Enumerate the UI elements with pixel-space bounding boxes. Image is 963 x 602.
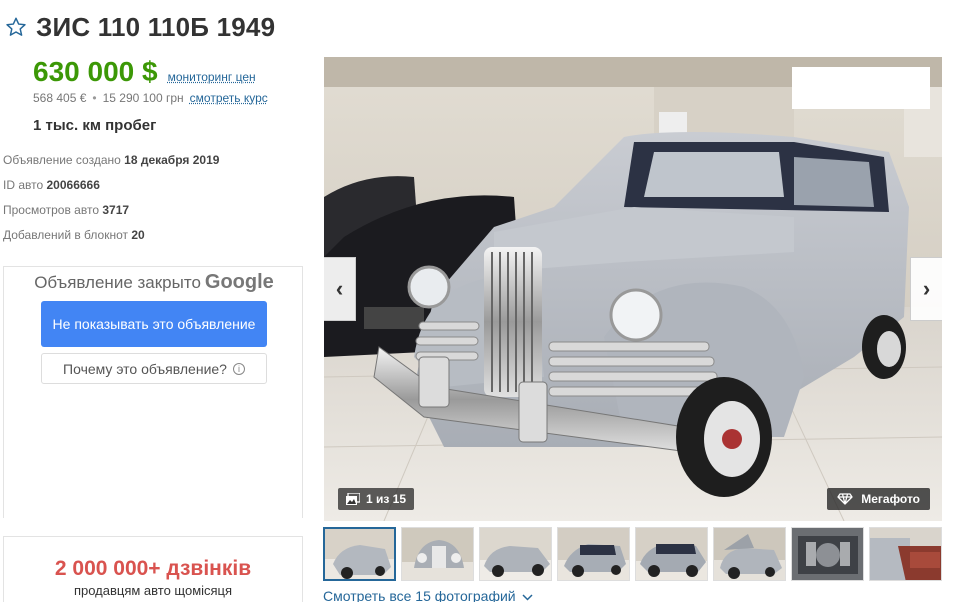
photo-counter-text: 1 из 15 — [366, 492, 407, 506]
meta-notepad-label: Добавлений в блокнот — [3, 228, 128, 242]
thumbnail[interactable] — [791, 527, 864, 581]
title-row: ЗИС 110 110Б 1949 — [4, 10, 275, 44]
hide-ad-button[interactable]: Не показывать это объявление — [41, 301, 267, 347]
meta-views-label: Просмотров авто — [3, 203, 100, 217]
gallery-next-button[interactable]: › — [910, 257, 942, 321]
megafoto-label: Мегафото — [861, 492, 920, 506]
thumbnail[interactable] — [557, 527, 630, 581]
thumbnail-strip — [323, 527, 942, 581]
watermark-cover — [792, 67, 930, 109]
exchange-rate-link[interactable]: смотреть курс — [190, 91, 268, 105]
meta-notepad: Добавлений в блокнот 20 — [3, 227, 219, 252]
separator-dot: • — [92, 91, 97, 105]
mileage: 1 тыс. км пробег — [33, 117, 157, 134]
ad-closed-text: Объявление закрыто — [34, 273, 201, 292]
price-row: 630 000 $ мониторинг цен — [33, 56, 256, 88]
meta-created-label: Объявление создано — [3, 153, 121, 167]
why-this-ad-label: Почему это объявление? — [63, 360, 227, 377]
meta-views-value: 3717 — [102, 203, 130, 217]
meta-id-value: 20066666 — [46, 178, 100, 192]
megafoto-button[interactable]: Мегафото — [827, 488, 930, 510]
thumbnail[interactable] — [479, 527, 552, 581]
see-all-photos-label: Смотреть все 15 фотографий — [323, 588, 516, 602]
meta-id-label: ID авто — [3, 178, 44, 192]
car-photo — [324, 57, 942, 521]
meta-created-value: 18 декабря 2019 — [124, 153, 220, 167]
price-usd: 630 000 $ — [33, 56, 158, 87]
price-alternatives: 568 405 € • 15 290 100 грн смотреть курс — [33, 91, 268, 105]
photo-gallery[interactable]: ‹ › 1 из 15 Мегафото — [324, 57, 942, 521]
ad-closed-box: Объявление закрыто Google Не показывать э… — [3, 266, 303, 518]
google-logo-text: Google — [204, 271, 274, 293]
thumbnail[interactable] — [401, 527, 474, 581]
price-uah: 15 290 100 грн — [102, 91, 184, 105]
thumbnail[interactable] — [635, 527, 708, 581]
price-monitoring-link[interactable]: мониторинг цен — [168, 70, 256, 84]
thumbnail[interactable] — [869, 527, 942, 581]
ad-closed-heading: Объявление закрыто Google — [4, 271, 304, 294]
promo-headline: 2 000 000+ дзвінків — [54, 557, 252, 580]
see-all-photos-link[interactable]: Смотреть все 15 фотографий — [323, 588, 533, 602]
photo-counter: 1 из 15 — [338, 488, 415, 510]
thumbnail[interactable] — [323, 527, 396, 581]
page-title: ЗИС 110 110Б 1949 — [36, 11, 276, 42]
why-this-ad-button[interactable]: Почему это объявление? i — [41, 353, 267, 384]
gallery-prev-button[interactable]: ‹ — [324, 257, 356, 321]
promo-subtext: продавцям авто щомісяця — [73, 583, 233, 598]
promo-banner[interactable]: 2 000 000+ дзвінків продавцям авто щоміс… — [3, 536, 303, 602]
thumbnail[interactable] — [713, 527, 786, 581]
meta-views: Просмотров авто 3717 — [3, 202, 219, 227]
meta-created: Объявление создано 18 декабря 2019 — [3, 152, 219, 177]
listing-meta: Объявление создано 18 декабря 2019 ID ав… — [3, 152, 219, 252]
meta-notepad-value: 20 — [131, 228, 145, 242]
info-icon: i — [232, 362, 245, 375]
price-eur: 568 405 € — [33, 91, 87, 105]
photos-icon — [346, 493, 360, 505]
meta-id: ID авто 20066666 — [3, 177, 219, 202]
diamond-icon — [837, 493, 853, 505]
star-icon[interactable] — [4, 15, 28, 39]
chevron-down-icon — [522, 588, 533, 602]
